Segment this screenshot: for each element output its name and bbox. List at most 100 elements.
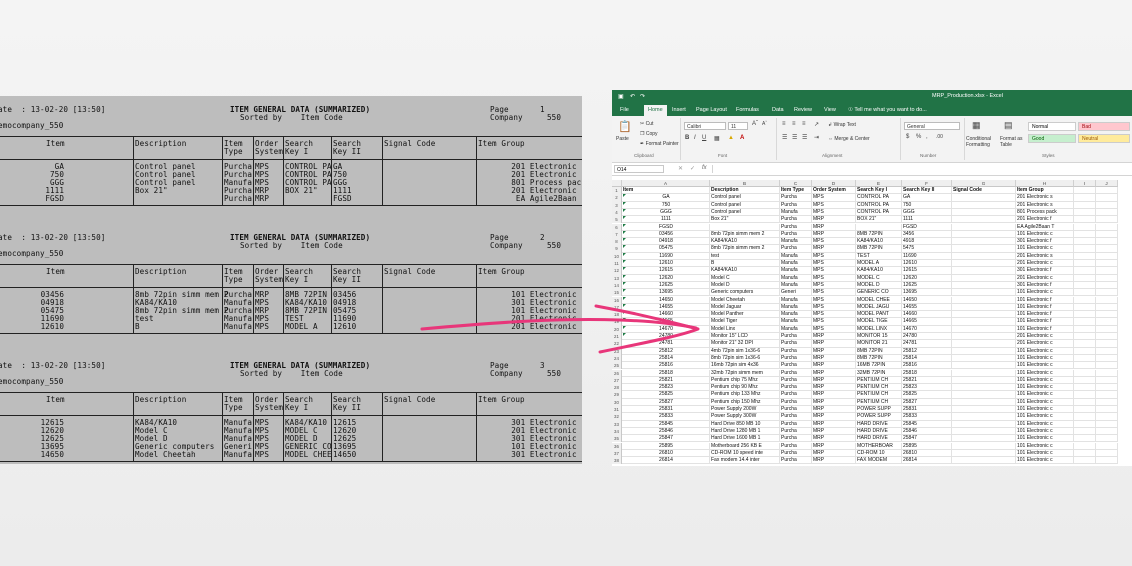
sheet-cell[interactable] [952, 362, 1016, 370]
row-number[interactable]: 29 [612, 391, 622, 399]
row-number[interactable]: 21 [612, 333, 622, 341]
sheet-cell[interactable]: 25823 [622, 384, 710, 392]
sheet-cell[interactable] [952, 391, 1016, 399]
sheet-cell-empty[interactable] [1096, 201, 1118, 209]
sheet-cell[interactable]: Item [622, 187, 710, 195]
sheet-cell[interactable]: MODEL PANT [856, 311, 902, 319]
sheet-cell[interactable]: TEST [856, 252, 902, 260]
sheet-cell[interactable]: MODEL A [856, 260, 902, 268]
column-header[interactable]: G [952, 180, 1016, 187]
sheet-cell[interactable]: 25833 [622, 413, 710, 421]
sheet-cell-empty[interactable] [1096, 354, 1118, 363]
sheet-cell-empty[interactable] [1074, 238, 1096, 246]
sheet-cell[interactable] [952, 427, 1016, 436]
sheet-cell[interactable]: 101 Electronic c [1016, 289, 1074, 297]
align-middle-icon[interactable]: ≡ [792, 121, 796, 127]
sheet-cell[interactable]: MRP [812, 406, 856, 414]
wrap-text-button[interactable]: ↲ Wrap Text [828, 122, 856, 128]
sheet-cell[interactable]: KA84/KA10 [856, 238, 902, 246]
sheet-cell[interactable]: PENTIUM CH [856, 376, 902, 385]
sheet-cell[interactable]: 101 Electronic f [1016, 311, 1074, 319]
tab-formulas[interactable]: Formulas [736, 107, 759, 113]
sheet-cell[interactable]: MPS [812, 208, 856, 217]
sheet-cell[interactable]: 101 Electronic c [1016, 457, 1074, 465]
sheet-cell[interactable]: MRP [812, 442, 856, 450]
sheet-cell[interactable]: Manufa [780, 274, 812, 282]
row-number[interactable]: 15 [612, 289, 622, 297]
sheet-cell[interactable]: Purcha [780, 457, 812, 465]
sheet-cell[interactable]: Purcha [780, 340, 812, 348]
sheet-cell[interactable] [952, 303, 1016, 312]
sheet-cell[interactable]: 101 Electronic f [1016, 325, 1074, 333]
sheet-cell[interactable]: Description [710, 187, 780, 195]
sheet-cell[interactable]: 8mb 72pin sim 1x36-6 [710, 354, 780, 363]
sheet-cell-empty[interactable] [1074, 223, 1096, 231]
sheet-cell-empty[interactable] [1074, 340, 1096, 348]
sheet-cell[interactable]: MODEL CHEE [856, 296, 902, 304]
sheet-cell[interactable]: MPS [812, 303, 856, 312]
column-header[interactable]: F [902, 180, 952, 187]
sheet-cell[interactable]: 11690 [902, 252, 952, 260]
sheet-cell[interactable]: 25895 [622, 442, 710, 450]
row-number[interactable]: 30 [612, 398, 622, 406]
sheet-cell-empty[interactable] [1096, 435, 1118, 443]
sheet-cell[interactable]: 25846 [902, 427, 952, 436]
borders-icon[interactable]: ▦ [714, 135, 720, 142]
sheet-cell-empty[interactable] [1074, 194, 1096, 202]
sheet-cell[interactable]: 4918 [902, 238, 952, 246]
sheet-cell-empty[interactable] [1074, 208, 1096, 217]
tab-insert[interactable]: Insert [672, 107, 686, 113]
sheet-cell[interactable]: 14650 [902, 296, 952, 304]
sheet-cell[interactable]: Purcha [780, 420, 812, 428]
save-icon[interactable]: ▣ [618, 93, 624, 100]
sheet-cell[interactable]: 12620 [622, 274, 710, 282]
tab-page-layout[interactable]: Page Layout [696, 107, 727, 113]
sheet-cell-empty[interactable] [1096, 187, 1118, 195]
sheet-cell[interactable] [952, 340, 1016, 348]
sheet-cell[interactable]: 25818 [622, 369, 710, 377]
sheet-cell-empty[interactable] [1074, 187, 1096, 195]
sheet-cell[interactable]: MPS [812, 201, 856, 209]
row-number[interactable]: 37 [612, 449, 622, 458]
sheet-cell[interactable]: 201 Electronic s [1016, 252, 1074, 260]
sheet-cell-empty[interactable] [1074, 267, 1096, 275]
indent-icon[interactable]: ⇥ [814, 134, 819, 141]
sheet-cell-empty[interactable] [1074, 413, 1096, 421]
sheet-cell[interactable]: Purcha [780, 369, 812, 377]
sheet-cell-empty[interactable] [1074, 384, 1096, 392]
sheet-cell[interactable]: 14665 [902, 318, 952, 326]
sheet-cell[interactable]: Manufa [780, 208, 812, 217]
sheet-cell[interactable]: 14650 [622, 296, 710, 304]
sheet-cell-empty[interactable] [1096, 303, 1118, 312]
font-color-icon[interactable]: A [740, 135, 744, 141]
sheet-cell-empty[interactable] [1074, 427, 1096, 436]
row-number[interactable]: 11 [612, 260, 622, 268]
sheet-cell-empty[interactable] [1096, 245, 1118, 253]
sheet-cell[interactable]: 101 Electronic c [1016, 384, 1074, 392]
sheet-cell[interactable]: Purcha [780, 384, 812, 392]
sheet-cell[interactable]: 25812 [622, 347, 710, 355]
sheet-cell-empty[interactable] [1074, 420, 1096, 428]
sheet-cell[interactable]: Model Jaguar [710, 303, 780, 312]
tab-file[interactable]: File [620, 107, 629, 113]
sheet-cell[interactable]: Manufa [780, 238, 812, 246]
sheet-cell[interactable]: Control panel [710, 201, 780, 209]
sheet-cell[interactable]: 5475 [902, 245, 952, 253]
sheet-cell[interactable]: 12620 [902, 274, 952, 282]
row-number[interactable]: 7 [612, 230, 622, 239]
sheet-cell[interactable]: 26814 [622, 457, 710, 465]
sheet-cell[interactable]: MRP [812, 420, 856, 428]
sheet-cell[interactable]: 11690 [622, 252, 710, 260]
sheet-cell[interactable]: test [710, 252, 780, 260]
sheet-cell[interactable]: GENERIC CO [856, 289, 902, 297]
sheet-cell[interactable]: 201 Electronic s [1016, 194, 1074, 202]
sheet-cell-empty[interactable] [1096, 406, 1118, 414]
sheet-cell[interactable] [952, 216, 1016, 224]
sheet-cell[interactable]: Fax modem 14.4 inter [710, 457, 780, 465]
sheet-cell-empty[interactable] [1096, 384, 1118, 392]
sheet-cell[interactable] [952, 325, 1016, 333]
sheet-cell[interactable]: 12615 [622, 267, 710, 275]
sheet-cell-empty[interactable] [1074, 354, 1096, 363]
sheet-cell[interactable]: Purcha [780, 406, 812, 414]
style-good[interactable]: Good [1028, 134, 1076, 143]
